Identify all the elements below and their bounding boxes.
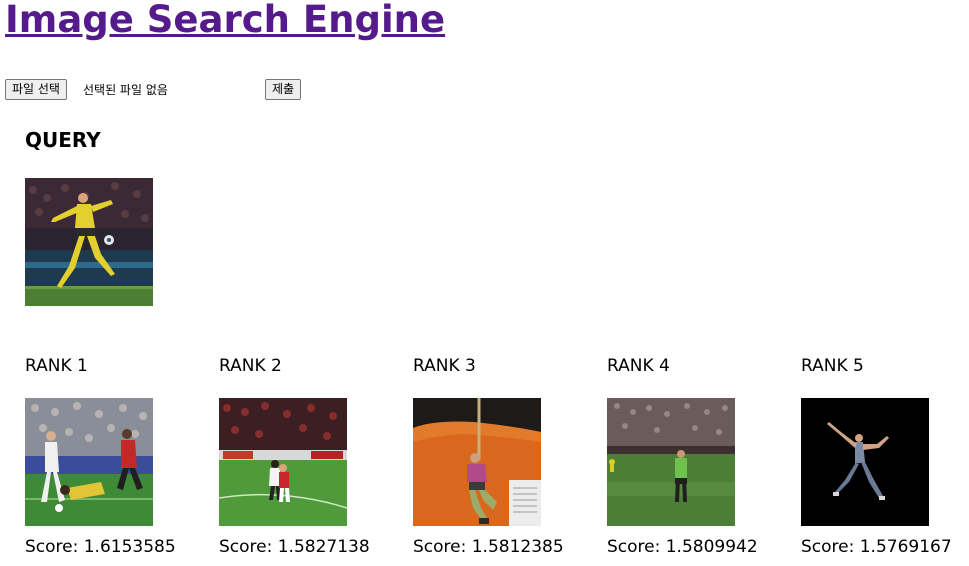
- result-image: [607, 398, 735, 526]
- score-text: Score: 1.5812385: [413, 537, 564, 557]
- result-image: [413, 398, 541, 526]
- rank-label: RANK 1: [25, 356, 88, 376]
- choose-file-button[interactable]: 파일 선택: [5, 79, 67, 100]
- rank-label: RANK 5: [801, 356, 864, 376]
- result-image: [219, 398, 347, 526]
- result-image: [801, 398, 929, 526]
- result-image: [25, 398, 153, 526]
- query-heading: QUERY: [25, 128, 101, 152]
- score-text: Score: 1.5827138: [219, 537, 370, 557]
- score-text: Score: 1.5769167: [801, 537, 952, 557]
- submit-button[interactable]: 제출: [265, 79, 302, 100]
- rank-label: RANK 4: [607, 356, 670, 376]
- rank-label: RANK 2: [219, 356, 282, 376]
- page-title-link[interactable]: Image Search Engine: [5, 0, 445, 41]
- file-status-text: 선택된 파일 없음: [83, 83, 168, 97]
- score-text: Score: 1.5809942: [607, 537, 758, 557]
- score-text: Score: 1.6153585: [25, 537, 176, 557]
- query-image: [25, 178, 153, 306]
- rank-label: RANK 3: [413, 356, 476, 376]
